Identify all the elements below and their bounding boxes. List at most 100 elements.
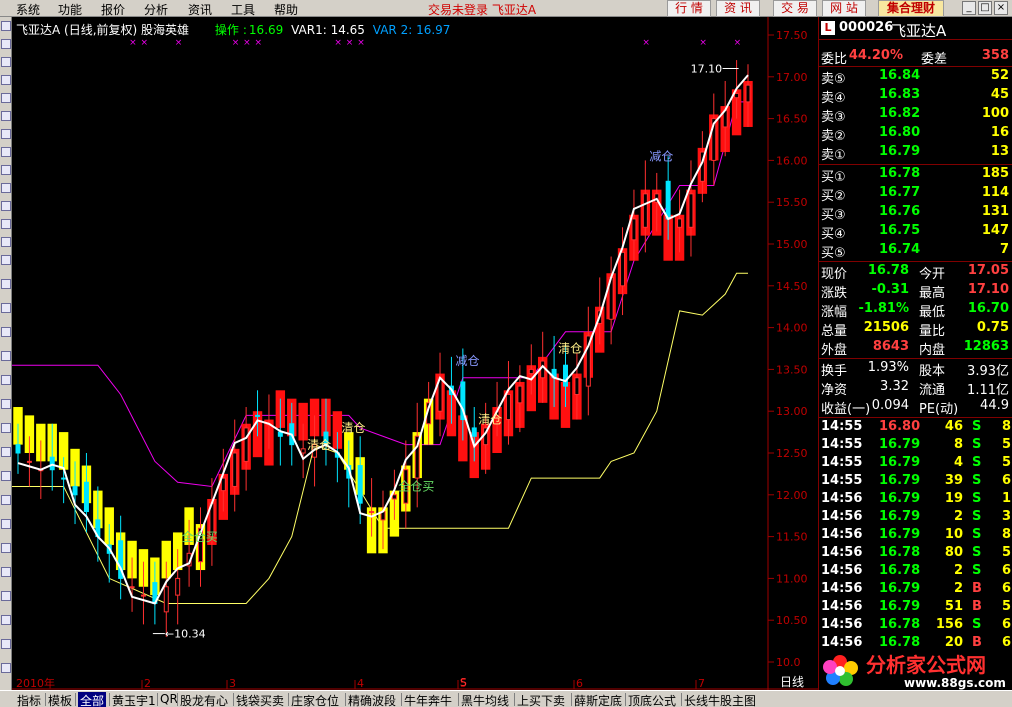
tool-icon[interactable] bbox=[1, 639, 11, 649]
tab-7[interactable]: 庄家仓位 bbox=[291, 692, 339, 707]
menu-info[interactable]: 资讯 bbox=[188, 1, 212, 18]
trade-tick-row: 14:56 16.79 51 B 5 bbox=[821, 599, 1011, 617]
panel-text: 16.79 bbox=[879, 491, 921, 506]
tab-1[interactable]: 模板 bbox=[48, 692, 72, 707]
tool-icon[interactable] bbox=[1, 495, 11, 505]
panel-text: 5 bbox=[1001, 437, 1011, 452]
tool-icon[interactable] bbox=[1, 147, 11, 157]
top-btn-news[interactable]: 资 讯 bbox=[716, 0, 760, 17]
panel-text: 46 bbox=[944, 419, 963, 434]
tool-icon[interactable] bbox=[1, 57, 11, 67]
tab-0[interactable]: 指标 bbox=[17, 692, 41, 707]
tool-icon[interactable] bbox=[1, 399, 11, 409]
tool-icon[interactable] bbox=[1, 591, 11, 601]
candle-body bbox=[631, 218, 637, 241]
tab-4[interactable]: QR bbox=[160, 692, 178, 706]
top-btn-market[interactable]: 行 情 bbox=[667, 0, 711, 17]
stock-code: 000026 bbox=[839, 20, 894, 35]
signal-marker: × bbox=[346, 38, 354, 48]
menu-function[interactable]: 功能 bbox=[58, 1, 82, 18]
tool-icon[interactable] bbox=[1, 615, 11, 625]
fundamental-row: 净资 3.32 流通 1.11亿 bbox=[821, 379, 1011, 398]
candle-body bbox=[574, 377, 580, 395]
tool-icon[interactable] bbox=[1, 255, 11, 265]
top-btn-trade[interactable]: 交 易 bbox=[773, 0, 817, 17]
panel-text: 2 bbox=[953, 581, 963, 596]
left-toolbar bbox=[0, 17, 12, 690]
indicator-label: 操作 bbox=[214, 23, 239, 37]
tab-2[interactable]: 全部 bbox=[78, 692, 107, 707]
panel-text: S bbox=[972, 437, 982, 452]
panel-text: 16.80 bbox=[879, 125, 921, 140]
tab-10[interactable]: 黑牛均线 bbox=[461, 692, 509, 707]
close-icon[interactable]: × bbox=[994, 1, 1008, 15]
candle-body bbox=[232, 452, 238, 487]
tool-icon[interactable] bbox=[1, 663, 11, 673]
tab-11[interactable]: 上买下卖 bbox=[517, 692, 565, 707]
tab-separator bbox=[75, 693, 76, 706]
candlestick-chart[interactable]: 17.50 17.00 16.50 16.00 15.50 15.00 14.50 14.00… bbox=[12, 17, 818, 690]
tool-icon[interactable] bbox=[1, 165, 11, 175]
candle-body bbox=[517, 385, 523, 404]
candle-body bbox=[300, 448, 306, 454]
panel-text: 358 bbox=[981, 48, 1009, 63]
panel-text: PE(动) bbox=[919, 402, 959, 417]
panel-text: 16.78 bbox=[879, 617, 921, 632]
tool-icon[interactable] bbox=[1, 21, 11, 31]
panel-text: 委差 bbox=[921, 52, 948, 67]
tool-icon[interactable] bbox=[1, 279, 11, 289]
signal-marker: × bbox=[140, 38, 148, 48]
menu-analysis[interactable]: 分析 bbox=[144, 1, 168, 18]
panel-text: 1.11亿 bbox=[967, 383, 1009, 398]
tool-icon[interactable] bbox=[1, 543, 11, 553]
tab-9[interactable]: 牛年奔牛 bbox=[404, 692, 452, 707]
tool-icon[interactable] bbox=[1, 375, 11, 385]
panel-text: 16.82 bbox=[879, 106, 921, 121]
fundamental-row: 收益(一) 0.094 PE(动) 44.9 bbox=[821, 398, 1011, 417]
panel-text: S bbox=[972, 509, 982, 524]
tool-icon[interactable] bbox=[1, 447, 11, 457]
tool-icon[interactable] bbox=[1, 219, 11, 229]
tool-icon[interactable] bbox=[1, 39, 11, 49]
panel-text: 16.83 bbox=[879, 87, 921, 102]
menu-system[interactable]: 系统 bbox=[16, 1, 40, 18]
menu-tools[interactable]: 工具 bbox=[231, 1, 255, 18]
price-tick-label: 10.0 bbox=[776, 656, 801, 669]
restore-icon[interactable]: □ bbox=[978, 1, 992, 15]
trade-tick-row: 14:55 16.79 4 S 5 bbox=[821, 455, 1011, 473]
tool-icon[interactable] bbox=[1, 519, 11, 529]
tool-icon[interactable] bbox=[1, 93, 11, 103]
top-btn-wealth[interactable]: 集合理财 bbox=[878, 0, 944, 17]
tool-icon[interactable] bbox=[1, 471, 11, 481]
tab-14[interactable]: 长线牛股主图 bbox=[684, 692, 756, 707]
tab-8[interactable]: 精确波段 bbox=[348, 692, 396, 707]
menu-help[interactable]: 帮助 bbox=[274, 1, 298, 18]
tool-icon[interactable] bbox=[1, 237, 11, 247]
tab-12[interactable]: 薛斯定底 bbox=[574, 692, 622, 707]
tool-icon[interactable] bbox=[1, 303, 11, 313]
chart-title: 飞亚达A (日线,前复权) 股海英雄 bbox=[16, 23, 190, 37]
tab-5[interactable]: 股龙有心 bbox=[180, 692, 228, 707]
tab-6[interactable]: 钱袋买卖 bbox=[236, 692, 284, 707]
high-marker-label: 17.10 bbox=[691, 62, 723, 75]
tool-icon[interactable] bbox=[1, 351, 11, 361]
tool-icon[interactable] bbox=[1, 423, 11, 433]
tool-icon[interactable] bbox=[1, 327, 11, 337]
panel-text: 量比 bbox=[919, 324, 946, 339]
candle-body bbox=[745, 84, 751, 103]
tab-13[interactable]: 顶底公式 bbox=[628, 692, 676, 707]
panel-text: S bbox=[972, 491, 982, 506]
tool-icon[interactable] bbox=[1, 567, 11, 577]
tool-icon[interactable] bbox=[1, 75, 11, 85]
tool-icon[interactable] bbox=[1, 201, 11, 211]
tab-separator bbox=[514, 693, 515, 706]
sell-level-row: 卖⑤ 16.84 52 bbox=[821, 68, 1011, 87]
tool-icon[interactable] bbox=[1, 129, 11, 139]
tool-icon[interactable] bbox=[1, 111, 11, 121]
panel-text: 3.93亿 bbox=[967, 364, 1009, 379]
tab-3[interactable]: 黄玉宇1 bbox=[112, 692, 156, 707]
minimize-icon[interactable]: _ bbox=[962, 1, 976, 15]
tool-icon[interactable] bbox=[1, 183, 11, 193]
menu-quote[interactable]: 报价 bbox=[101, 1, 125, 18]
top-btn-web[interactable]: 网 站 bbox=[822, 0, 866, 17]
